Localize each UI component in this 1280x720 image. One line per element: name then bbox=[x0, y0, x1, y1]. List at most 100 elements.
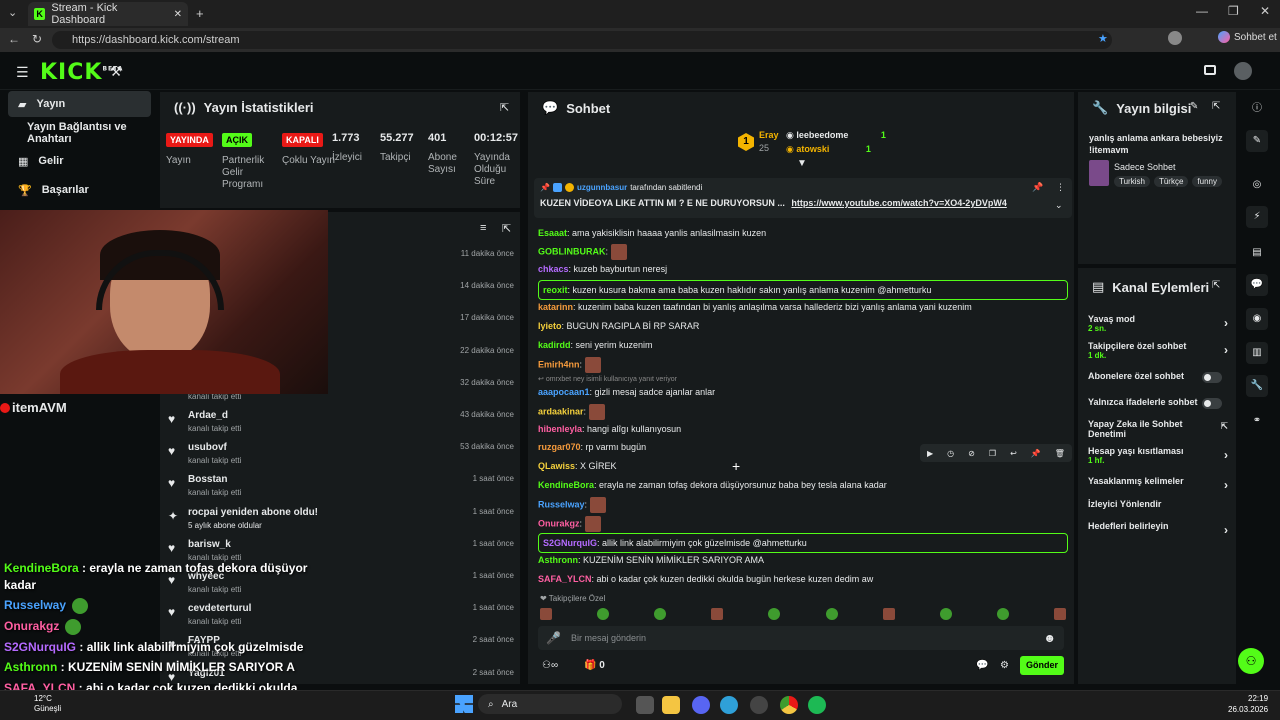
pinned-menu-icon[interactable]: ⋮ bbox=[1056, 182, 1065, 193]
unpin-icon[interactable]: 📌 bbox=[1032, 182, 1043, 193]
chevron-right-icon[interactable]: › bbox=[1224, 316, 1228, 330]
chat-username[interactable]: Esaaat bbox=[538, 228, 567, 238]
play-icon[interactable]: ▶ bbox=[927, 449, 933, 458]
reload-icon[interactable]: ↻ bbox=[32, 32, 42, 46]
reply-user[interactable]: omrxbet bbox=[546, 376, 571, 383]
tag-chip[interactable]: funny bbox=[1192, 176, 1222, 187]
quick-emote[interactable] bbox=[768, 608, 781, 620]
activity-name[interactable]: cevdeterturul bbox=[188, 603, 251, 614]
channel-action-row[interactable]: Yalnızca ifadelerle sohbet bbox=[1088, 397, 1228, 409]
new-tab-icon[interactable]: + bbox=[196, 6, 204, 21]
weather-widget[interactable]: 12°C Güneşli bbox=[34, 694, 61, 714]
filter-icon[interactable]: ≡ bbox=[480, 222, 486, 234]
chat-username[interactable]: aaapocaan1 bbox=[538, 387, 590, 397]
chat-username[interactable]: QLawiss bbox=[538, 461, 575, 471]
gifter-name[interactable]: Eray bbox=[759, 130, 779, 140]
quick-emote[interactable] bbox=[711, 608, 724, 620]
chrome-icon[interactable] bbox=[780, 696, 798, 714]
nav-item-revenue[interactable]: ▦ Gelir bbox=[8, 148, 151, 174]
tab-close-icon[interactable]: ✕ bbox=[174, 9, 182, 20]
copy-icon[interactable]: ❐ bbox=[989, 449, 996, 458]
category-name[interactable]: Sadece Sohbet bbox=[1114, 162, 1176, 172]
chat-username[interactable]: GOBLINBURAK bbox=[538, 246, 606, 256]
chevron-right-icon[interactable]: › bbox=[1224, 523, 1228, 537]
chat-username[interactable]: ardaakinar bbox=[538, 406, 584, 416]
nav-item-stream-key[interactable]: Yayın Bağlantısı ve Anahtarı bbox=[8, 120, 151, 146]
chat-settings-bubble-icon[interactable]: 💬 bbox=[976, 660, 988, 671]
activity-name[interactable]: Ardae_d bbox=[188, 410, 228, 421]
minimize-icon[interactable]: — bbox=[1196, 4, 1208, 18]
tag-chip[interactable]: Türkçe bbox=[1153, 176, 1189, 187]
activity-name[interactable]: Bosstan bbox=[188, 474, 227, 485]
taskbar-search[interactable]: ⌕ Ara bbox=[478, 694, 622, 714]
stream-info-popout-icon[interactable]: ⇱ bbox=[1212, 101, 1220, 112]
nav-item-stream[interactable]: ▰ Yayın bbox=[8, 91, 151, 117]
timeout-icon[interactable]: ◷ bbox=[947, 449, 954, 458]
copilot-chat-button[interactable]: Sohbet et bbox=[1218, 31, 1277, 43]
pen-icon[interactable]: ✎ bbox=[1246, 130, 1268, 152]
chat-input[interactable]: 🎤 Bir mesaj gönderin ☻ bbox=[538, 626, 1064, 650]
expand-gifters-icon[interactable]: ▼ bbox=[797, 158, 807, 169]
edge-icon[interactable] bbox=[720, 696, 738, 714]
pinned-by-user[interactable]: uzgunnbasur bbox=[577, 183, 627, 192]
file-explorer-icon[interactable] bbox=[662, 696, 680, 714]
chat-username[interactable]: Asthronn bbox=[538, 555, 578, 565]
activity-popout-icon[interactable]: ⇱ bbox=[502, 222, 511, 235]
user-avatar[interactable] bbox=[1234, 62, 1252, 80]
quick-emote[interactable] bbox=[540, 608, 552, 620]
quick-emote[interactable] bbox=[1053, 608, 1066, 620]
chat-username[interactable]: S2GNurquIG bbox=[543, 538, 597, 548]
external-link-icon[interactable]: ⇱ bbox=[1220, 421, 1228, 432]
chat-username[interactable]: Russelway bbox=[538, 499, 585, 509]
edit-icon[interactable]: ✎ bbox=[1190, 101, 1198, 112]
channel-action-row[interactable]: Abonelere özel sohbet bbox=[1088, 371, 1228, 383]
nav-item-achievements[interactable]: 🏆 Başarılar bbox=[8, 177, 151, 203]
pinned-link[interactable]: https://www.youtube.com/watch?v=XO4-2yDV… bbox=[791, 198, 1006, 208]
cards-icon[interactable]: ▥ bbox=[1246, 342, 1268, 364]
quick-emote[interactable] bbox=[825, 608, 838, 620]
chat-username[interactable]: Emirh4nn bbox=[538, 359, 580, 369]
bolt-icon[interactable]: ⚡ bbox=[1246, 206, 1268, 228]
chat-username[interactable]: katarinn bbox=[538, 302, 573, 312]
channel-points-icon[interactable]: ⚇∞ bbox=[542, 660, 558, 671]
mic-icon[interactable]: 🎤 bbox=[546, 631, 561, 645]
channel-action-row[interactable]: Hedefleri belirleyin › bbox=[1088, 521, 1228, 537]
toggle-switch[interactable] bbox=[1202, 372, 1222, 383]
gifter-3[interactable]: ◉ atowski 1 bbox=[786, 144, 871, 155]
browser-tab[interactable]: K Stream - Kick Dashboard ✕ bbox=[28, 2, 188, 26]
send-button[interactable]: Gönder bbox=[1020, 656, 1064, 675]
delete-icon[interactable]: 🗑 bbox=[1055, 449, 1065, 458]
app-icon[interactable] bbox=[750, 696, 768, 714]
url-input[interactable]: https://dashboard.kick.com/stream bbox=[52, 31, 1112, 49]
hammer-icon[interactable]: ⚒ bbox=[110, 64, 122, 80]
reply-icon[interactable]: ↩ bbox=[1010, 449, 1017, 458]
channel-action-row[interactable]: Yapay Zeka ile Sohbet Denetimi ⇱ bbox=[1088, 419, 1228, 439]
pin-message-icon[interactable]: 📌 bbox=[1031, 449, 1041, 458]
ban-icon[interactable]: ⊘ bbox=[968, 449, 975, 458]
favorite-star-icon[interactable]: ★ bbox=[1098, 32, 1108, 45]
clock[interactable]: 22:19 26.03.2026 bbox=[1228, 693, 1268, 715]
activity-name[interactable]: barisw_k bbox=[188, 539, 231, 550]
activity-name[interactable]: rocpai yeniden abone oldu! bbox=[188, 507, 318, 518]
video-icon[interactable] bbox=[1204, 65, 1216, 75]
channel-action-row[interactable]: Yavaş mod 2 sn. › bbox=[1088, 314, 1228, 333]
floating-action-button[interactable]: ⚇ bbox=[1238, 648, 1264, 674]
channel-action-row[interactable]: Yasaklanmış kelimeler › bbox=[1088, 476, 1228, 492]
discord-icon[interactable] bbox=[692, 696, 710, 714]
chat-username[interactable]: kadirdd bbox=[538, 340, 571, 350]
toggle-switch[interactable] bbox=[1202, 398, 1222, 409]
broadcast-icon[interactable]: ◉ bbox=[1246, 308, 1268, 330]
chat-username[interactable]: ruzgar070 bbox=[538, 442, 581, 452]
quick-emote[interactable] bbox=[996, 608, 1009, 620]
expand-pinned-icon[interactable]: ⌄ bbox=[1055, 200, 1063, 211]
chat-username[interactable]: KendineBora bbox=[538, 480, 594, 490]
activity-name[interactable]: usubovf bbox=[188, 442, 227, 453]
gifter-2[interactable]: ◉ leebeedome 1 bbox=[786, 130, 886, 141]
chat-username[interactable]: hibenleyla bbox=[538, 424, 582, 434]
back-icon[interactable]: ← bbox=[8, 32, 20, 46]
profile-avatar[interactable] bbox=[1168, 31, 1182, 45]
channel-action-row[interactable]: Takipçilere özel sohbet 1 dk. › bbox=[1088, 341, 1228, 360]
chat-icon[interactable]: 💬 bbox=[1246, 274, 1268, 296]
chevron-right-icon[interactable]: › bbox=[1224, 478, 1228, 492]
chat-username[interactable]: Iyieto bbox=[538, 321, 562, 331]
